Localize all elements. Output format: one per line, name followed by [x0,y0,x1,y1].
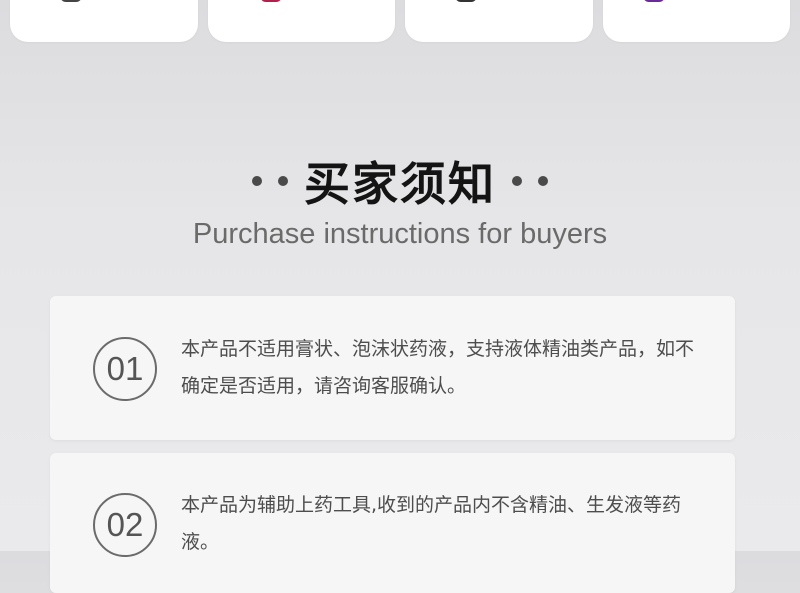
notice-number-badge: 01 [93,337,157,401]
notice-text: 本产品为辅助上药工具,收到的产品内不含精油、生发液等药液。 [181,494,682,553]
product-thumbnail-icon [259,0,282,2]
notice-card: 01 本产品不适用膏状、泡沫状药液，支持液体精油类产品，如不确定是否适用，请咨询… [50,296,735,440]
section-subtitle: Purchase instructions for buyers [192,218,608,250]
product-thumbnail-icon [60,0,82,2]
notice-text: 本产品不适用膏状、泡沫状药液，支持液体精油类产品，如不确定是否适用，请咨询客服确… [181,338,695,397]
color-option-card[interactable] [602,0,790,42]
left-dots-icon [252,176,288,186]
color-option-card[interactable] [10,0,198,42]
product-thumbnail-icon [642,0,665,2]
color-option-row [10,0,790,42]
product-thumbnail-icon [455,0,477,2]
section-title-row: 买家须知 [0,148,800,214]
color-option-card[interactable] [405,0,593,42]
notice-card: 02 本产品为辅助上药工具,收到的产品内不含精油、生发液等药液。 [50,453,735,593]
right-dots-icon [512,176,548,186]
color-option-card[interactable] [207,0,395,42]
notice-number-badge: 02 [93,493,157,557]
section-title: 买家须知 [304,157,496,211]
